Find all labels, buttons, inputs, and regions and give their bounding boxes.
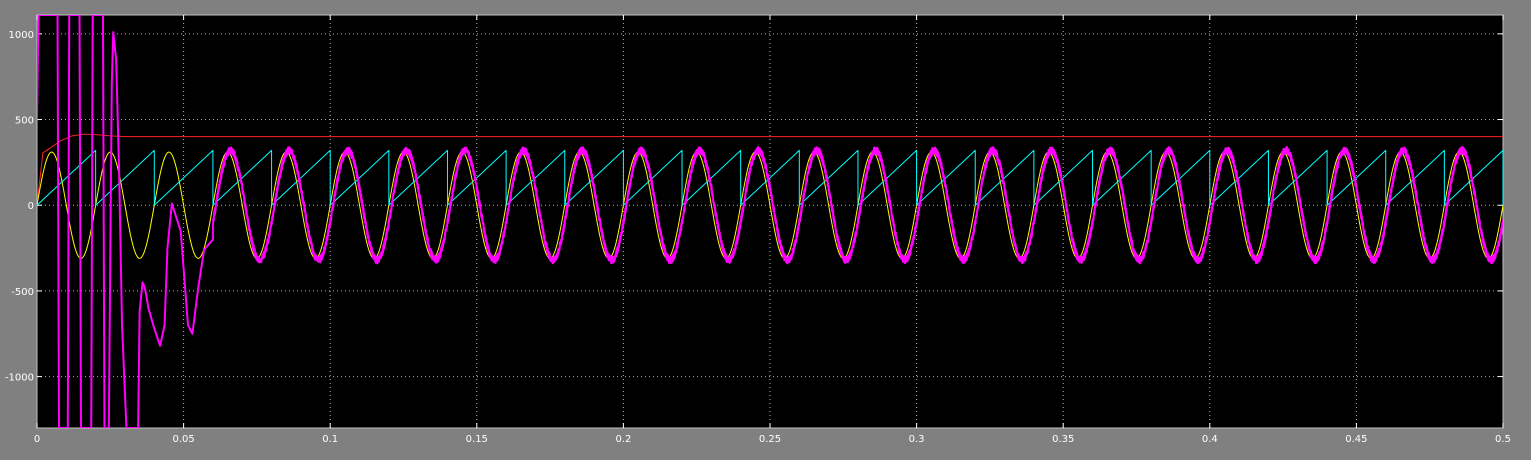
plot-area (36, 14, 1504, 429)
y-tick-label: 0 (28, 201, 34, 212)
x-tick-label: 0 (34, 434, 40, 445)
y-tick-label: 500 (15, 116, 34, 127)
x-tick-label: 0.25 (759, 434, 781, 445)
y-tick-label: -500 (11, 287, 34, 298)
scope-plot: 0 0.05 0.1 0.15 0.2 0.25 0.3 0.35 0.4 0.45 0.5 100… (5, 14, 1511, 445)
x-tick-label: 0.3 (909, 434, 925, 445)
x-tick-label: 0.2 (615, 434, 631, 445)
y-tick-label: -1000 (5, 373, 34, 384)
x-tick-label: 0.5 (1495, 434, 1511, 445)
x-tick-label: 0.45 (1345, 434, 1367, 445)
y-tick-label: 1000 (9, 30, 34, 41)
x-tick-label: 0.35 (1052, 434, 1074, 445)
x-tick-label: 0.4 (1202, 434, 1218, 445)
x-tick-label: 0.15 (466, 434, 488, 445)
x-tick-label: 0.05 (172, 434, 194, 445)
x-tick-label: 0.1 (322, 434, 338, 445)
